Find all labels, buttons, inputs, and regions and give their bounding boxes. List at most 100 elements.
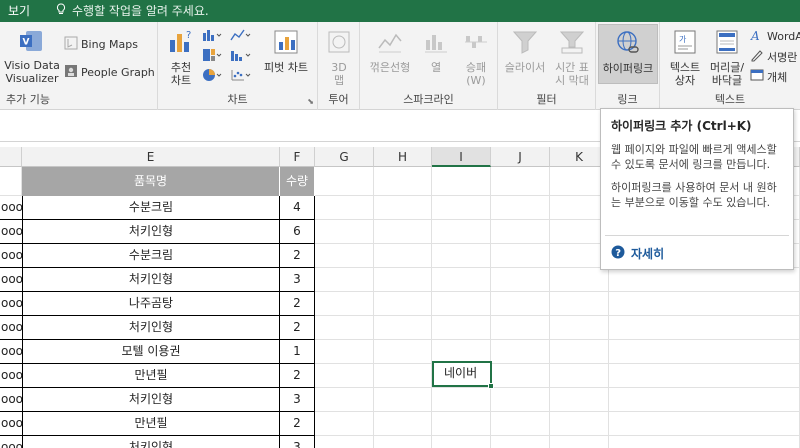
cell[interactable]: [609, 316, 800, 340]
cell[interactable]: [315, 196, 374, 220]
column-header-g[interactable]: G: [315, 147, 374, 167]
cell[interactable]: [609, 388, 800, 412]
bing-maps-button[interactable]: Bing Maps: [64, 36, 138, 53]
cell[interactable]: [609, 436, 800, 448]
cell[interactable]: [374, 244, 432, 268]
people-graph-button[interactable]: People Graph: [64, 64, 155, 81]
cell[interactable]: [432, 412, 491, 436]
sparkline-winloss-button[interactable]: 승패 (W): [456, 28, 496, 87]
cell[interactable]: [374, 340, 432, 364]
table-cell-qty[interactable]: 2: [280, 316, 315, 340]
table-cell-stub[interactable]: ooo: [0, 220, 23, 244]
cell[interactable]: [609, 364, 800, 388]
cell[interactable]: [432, 388, 491, 412]
table-cell-qty[interactable]: 2: [280, 364, 315, 388]
timeline-button[interactable]: 시간 표 시 막대: [550, 28, 594, 87]
column-chart-dropdown[interactable]: [202, 28, 225, 45]
cell[interactable]: [550, 436, 609, 448]
visio-data-visualizer-button[interactable]: V Visio Data Visualizer: [4, 28, 60, 85]
statistic-chart-dropdown[interactable]: [230, 48, 255, 65]
table-cell-product[interactable]: 처키인형: [22, 268, 280, 292]
table-cell-qty[interactable]: 3: [280, 388, 315, 412]
cell[interactable]: [491, 316, 550, 340]
table-cell-product[interactable]: 처키인형: [22, 388, 280, 412]
table-cell-stub[interactable]: ooo: [0, 244, 23, 268]
cell[interactable]: [491, 412, 550, 436]
tell-me-box[interactable]: 수행할 작업을 알려 주세요.: [56, 0, 209, 22]
cell[interactable]: [374, 196, 432, 220]
cell[interactable]: [315, 268, 374, 292]
cell[interactable]: [491, 196, 550, 220]
cell[interactable]: [550, 268, 609, 292]
pivot-chart-button[interactable]: 피벗 차트: [258, 28, 314, 74]
cell[interactable]: [491, 268, 550, 292]
table-cell-product[interactable]: 모텔 이용권: [22, 340, 280, 364]
table-cell-stub[interactable]: ooo: [0, 436, 23, 448]
table-cell-stub[interactable]: ooo: [0, 316, 23, 340]
cell[interactable]: [491, 340, 550, 364]
signature-line-button[interactable]: 서명란: [750, 48, 797, 65]
hyperlink-button[interactable]: 하이퍼링크: [598, 24, 658, 84]
cell[interactable]: [432, 167, 491, 196]
cell[interactable]: [491, 167, 550, 196]
hierarchy-chart-dropdown[interactable]: [202, 48, 225, 65]
cell[interactable]: [432, 292, 491, 316]
column-header-f[interactable]: F: [280, 147, 315, 167]
cell[interactable]: [609, 292, 800, 316]
column-header-j[interactable]: J: [491, 147, 550, 167]
column-header-d[interactable]: [0, 147, 22, 167]
cell[interactable]: [550, 388, 609, 412]
sparkline-line-button[interactable]: 꺾은선형: [364, 28, 416, 74]
table-cell-product[interactable]: 만년필: [22, 364, 280, 388]
recommended-charts-button[interactable]: ? 추천 차트: [162, 28, 200, 87]
column-header-e[interactable]: E: [22, 147, 280, 167]
cell[interactable]: [315, 167, 374, 196]
cell[interactable]: [550, 292, 609, 316]
table-cell-qty[interactable]: 1: [280, 340, 315, 364]
cell[interactable]: [491, 244, 550, 268]
cell[interactable]: [432, 244, 491, 268]
column-header-i[interactable]: I: [432, 147, 491, 167]
header-footer-button[interactable]: 머리글/ 바닥글: [706, 28, 748, 87]
cell[interactable]: [374, 436, 432, 448]
cell[interactable]: [491, 220, 550, 244]
table-cell-product[interactable]: 수분크림: [22, 244, 280, 268]
text-box-button[interactable]: 가 텍스트 상자: [664, 28, 706, 87]
table-cell-qty[interactable]: 4: [280, 196, 315, 220]
tab-view[interactable]: 보기: [0, 0, 38, 22]
cell[interactable]: [432, 220, 491, 244]
pie-chart-dropdown[interactable]: [202, 68, 225, 85]
cell[interactable]: [374, 268, 432, 292]
table-cell-qty[interactable]: 3: [280, 436, 315, 448]
cell[interactable]: [491, 388, 550, 412]
active-cell[interactable]: 네이버: [432, 361, 492, 387]
table-cell-product[interactable]: 나주곰탕: [22, 292, 280, 316]
3d-map-button[interactable]: 3D 맵: [322, 28, 356, 87]
table-cell-product[interactable]: 처키인형: [22, 436, 280, 448]
table-cell-qty[interactable]: 2: [280, 412, 315, 436]
cell[interactable]: [374, 412, 432, 436]
cell[interactable]: [432, 268, 491, 292]
cell[interactable]: [315, 412, 374, 436]
cell[interactable]: [374, 364, 432, 388]
table-cell-qty[interactable]: 3: [280, 268, 315, 292]
cell[interactable]: [315, 436, 374, 448]
cell[interactable]: [315, 244, 374, 268]
cell[interactable]: [550, 340, 609, 364]
table-cell-stub[interactable]: ooo: [0, 340, 23, 364]
cell[interactable]: [374, 167, 432, 196]
cell[interactable]: [609, 268, 800, 292]
cell[interactable]: [374, 316, 432, 340]
cell[interactable]: [491, 292, 550, 316]
tell-me-more-link[interactable]: ? 자세히: [611, 245, 664, 262]
cell[interactable]: [315, 292, 374, 316]
cell[interactable]: [432, 436, 491, 448]
cell[interactable]: [491, 436, 550, 448]
cell[interactable]: [315, 316, 374, 340]
cell[interactable]: [315, 340, 374, 364]
table-cell-product[interactable]: 처키인형: [22, 316, 280, 340]
object-button[interactable]: 개체: [750, 68, 787, 85]
sparkline-column-button[interactable]: 열: [418, 28, 454, 74]
scatter-chart-dropdown[interactable]: [230, 68, 255, 85]
cell[interactable]: [315, 364, 374, 388]
